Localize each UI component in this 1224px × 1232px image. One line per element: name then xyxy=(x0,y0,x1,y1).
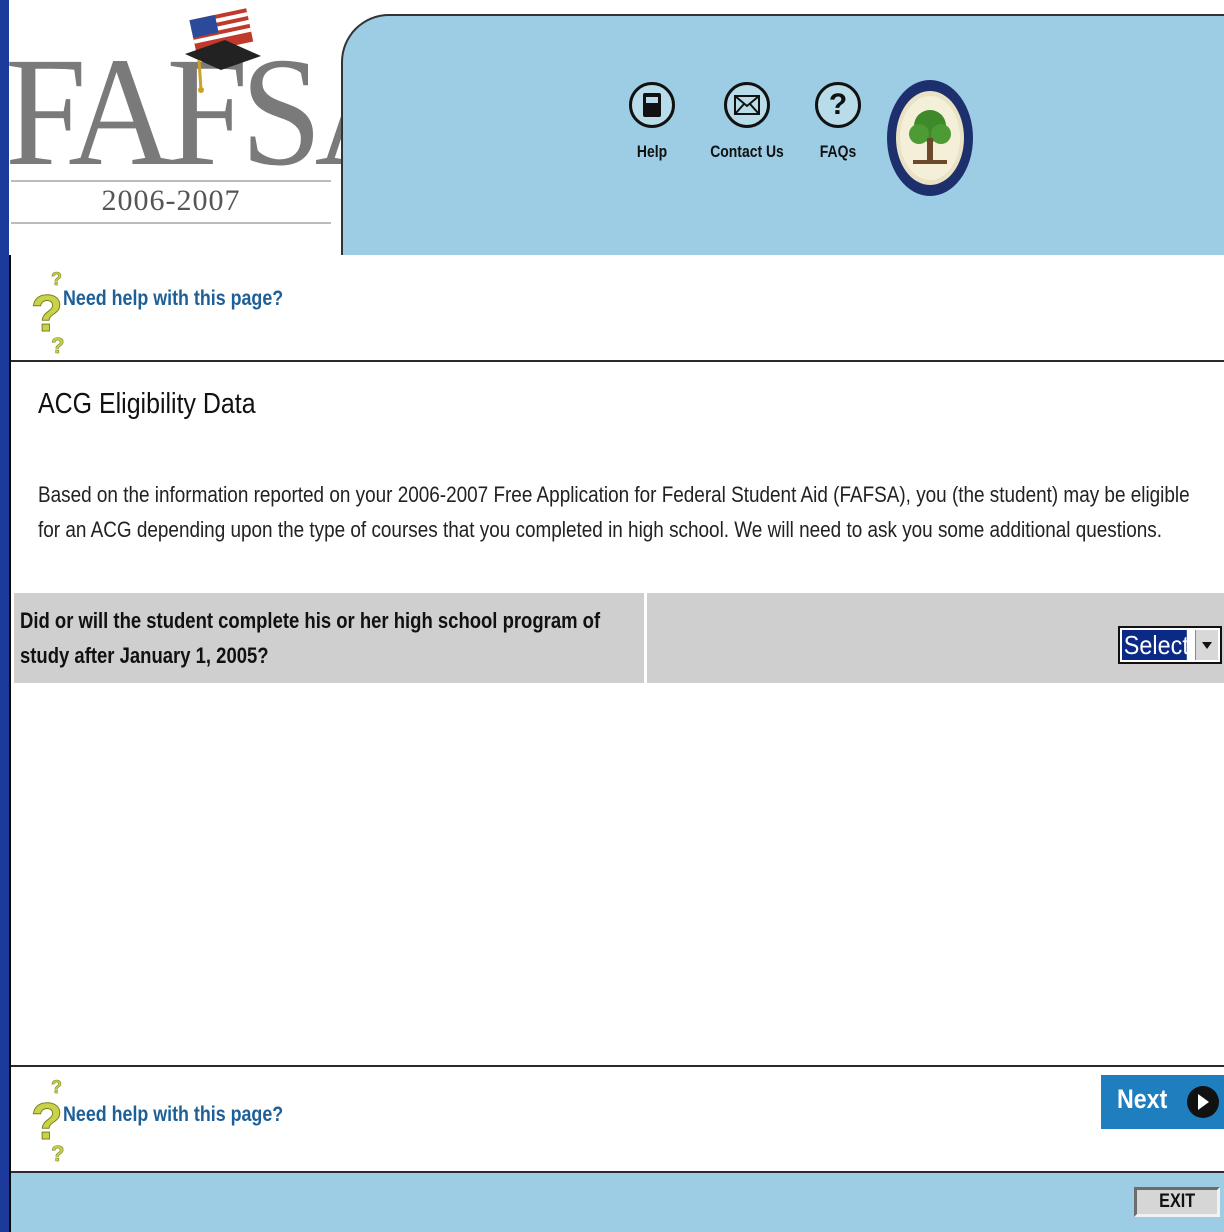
nav-contact-us[interactable]: Contact Us xyxy=(699,82,795,162)
select-value: Select xyxy=(1122,630,1189,660)
footer-bar xyxy=(11,1173,1224,1232)
help-link-top[interactable]: Need help with this page? xyxy=(63,287,283,311)
svg-text:?: ? xyxy=(51,1141,64,1163)
svg-text:?: ? xyxy=(51,333,64,355)
page-title: ACG Eligibility Data xyxy=(38,388,256,420)
help-link-bottom[interactable]: Need help with this page? xyxy=(63,1103,283,1127)
divider-top xyxy=(11,360,1224,362)
svg-text:?: ? xyxy=(51,269,62,289)
help-row-top: ? ? ? Need help with this page? xyxy=(11,255,1224,360)
page-header: FAFSA 2006-2007 Help Contact Us ? FAQs xyxy=(5,0,1224,255)
nav-faqs-label: FAQs xyxy=(819,142,857,161)
help-row-bottom: ? ? ? Need help with this page? xyxy=(11,1067,1224,1171)
svg-text:?: ? xyxy=(51,1077,62,1097)
logo-year: 2006-2007 xyxy=(101,184,241,217)
department-of-education-seal-icon xyxy=(887,80,973,196)
graduation-cap-flag-icon xyxy=(185,8,261,93)
envelope-icon xyxy=(724,82,770,128)
help-question-marks-icon: ? ? ? xyxy=(31,269,65,355)
nav-contact-label: Contact Us xyxy=(710,142,784,161)
logo-rule-bottom xyxy=(11,222,331,224)
next-button[interactable]: Next xyxy=(1101,1075,1224,1129)
next-button-label: Next xyxy=(1117,1084,1168,1114)
arrow-right-icon xyxy=(1187,1086,1219,1118)
nav-help[interactable]: Help xyxy=(627,82,677,162)
exit-button[interactable]: EXIT xyxy=(1134,1187,1220,1217)
question-text: Did or will the student complete his or … xyxy=(20,608,601,668)
question-cell: Did or will the student complete his or … xyxy=(14,593,647,683)
intro-text: Based on the information reported on you… xyxy=(38,482,1190,542)
nav-faqs[interactable]: ? FAQs xyxy=(813,82,863,162)
chevron-down-icon[interactable] xyxy=(1195,630,1218,660)
question-icon: ? xyxy=(815,82,861,128)
fafsa-logo[interactable]: FAFSA 2006-2007 xyxy=(5,0,421,255)
logo-rule-top xyxy=(11,180,331,182)
question-row: Did or will the student complete his or … xyxy=(14,593,1224,683)
answer-select[interactable]: Select xyxy=(1118,626,1222,664)
nav-help-label: Help xyxy=(636,142,668,161)
help-question-marks-icon: ? ? ? xyxy=(31,1077,65,1163)
book-icon xyxy=(629,82,675,128)
exit-button-label: EXIT xyxy=(1159,1191,1195,1212)
